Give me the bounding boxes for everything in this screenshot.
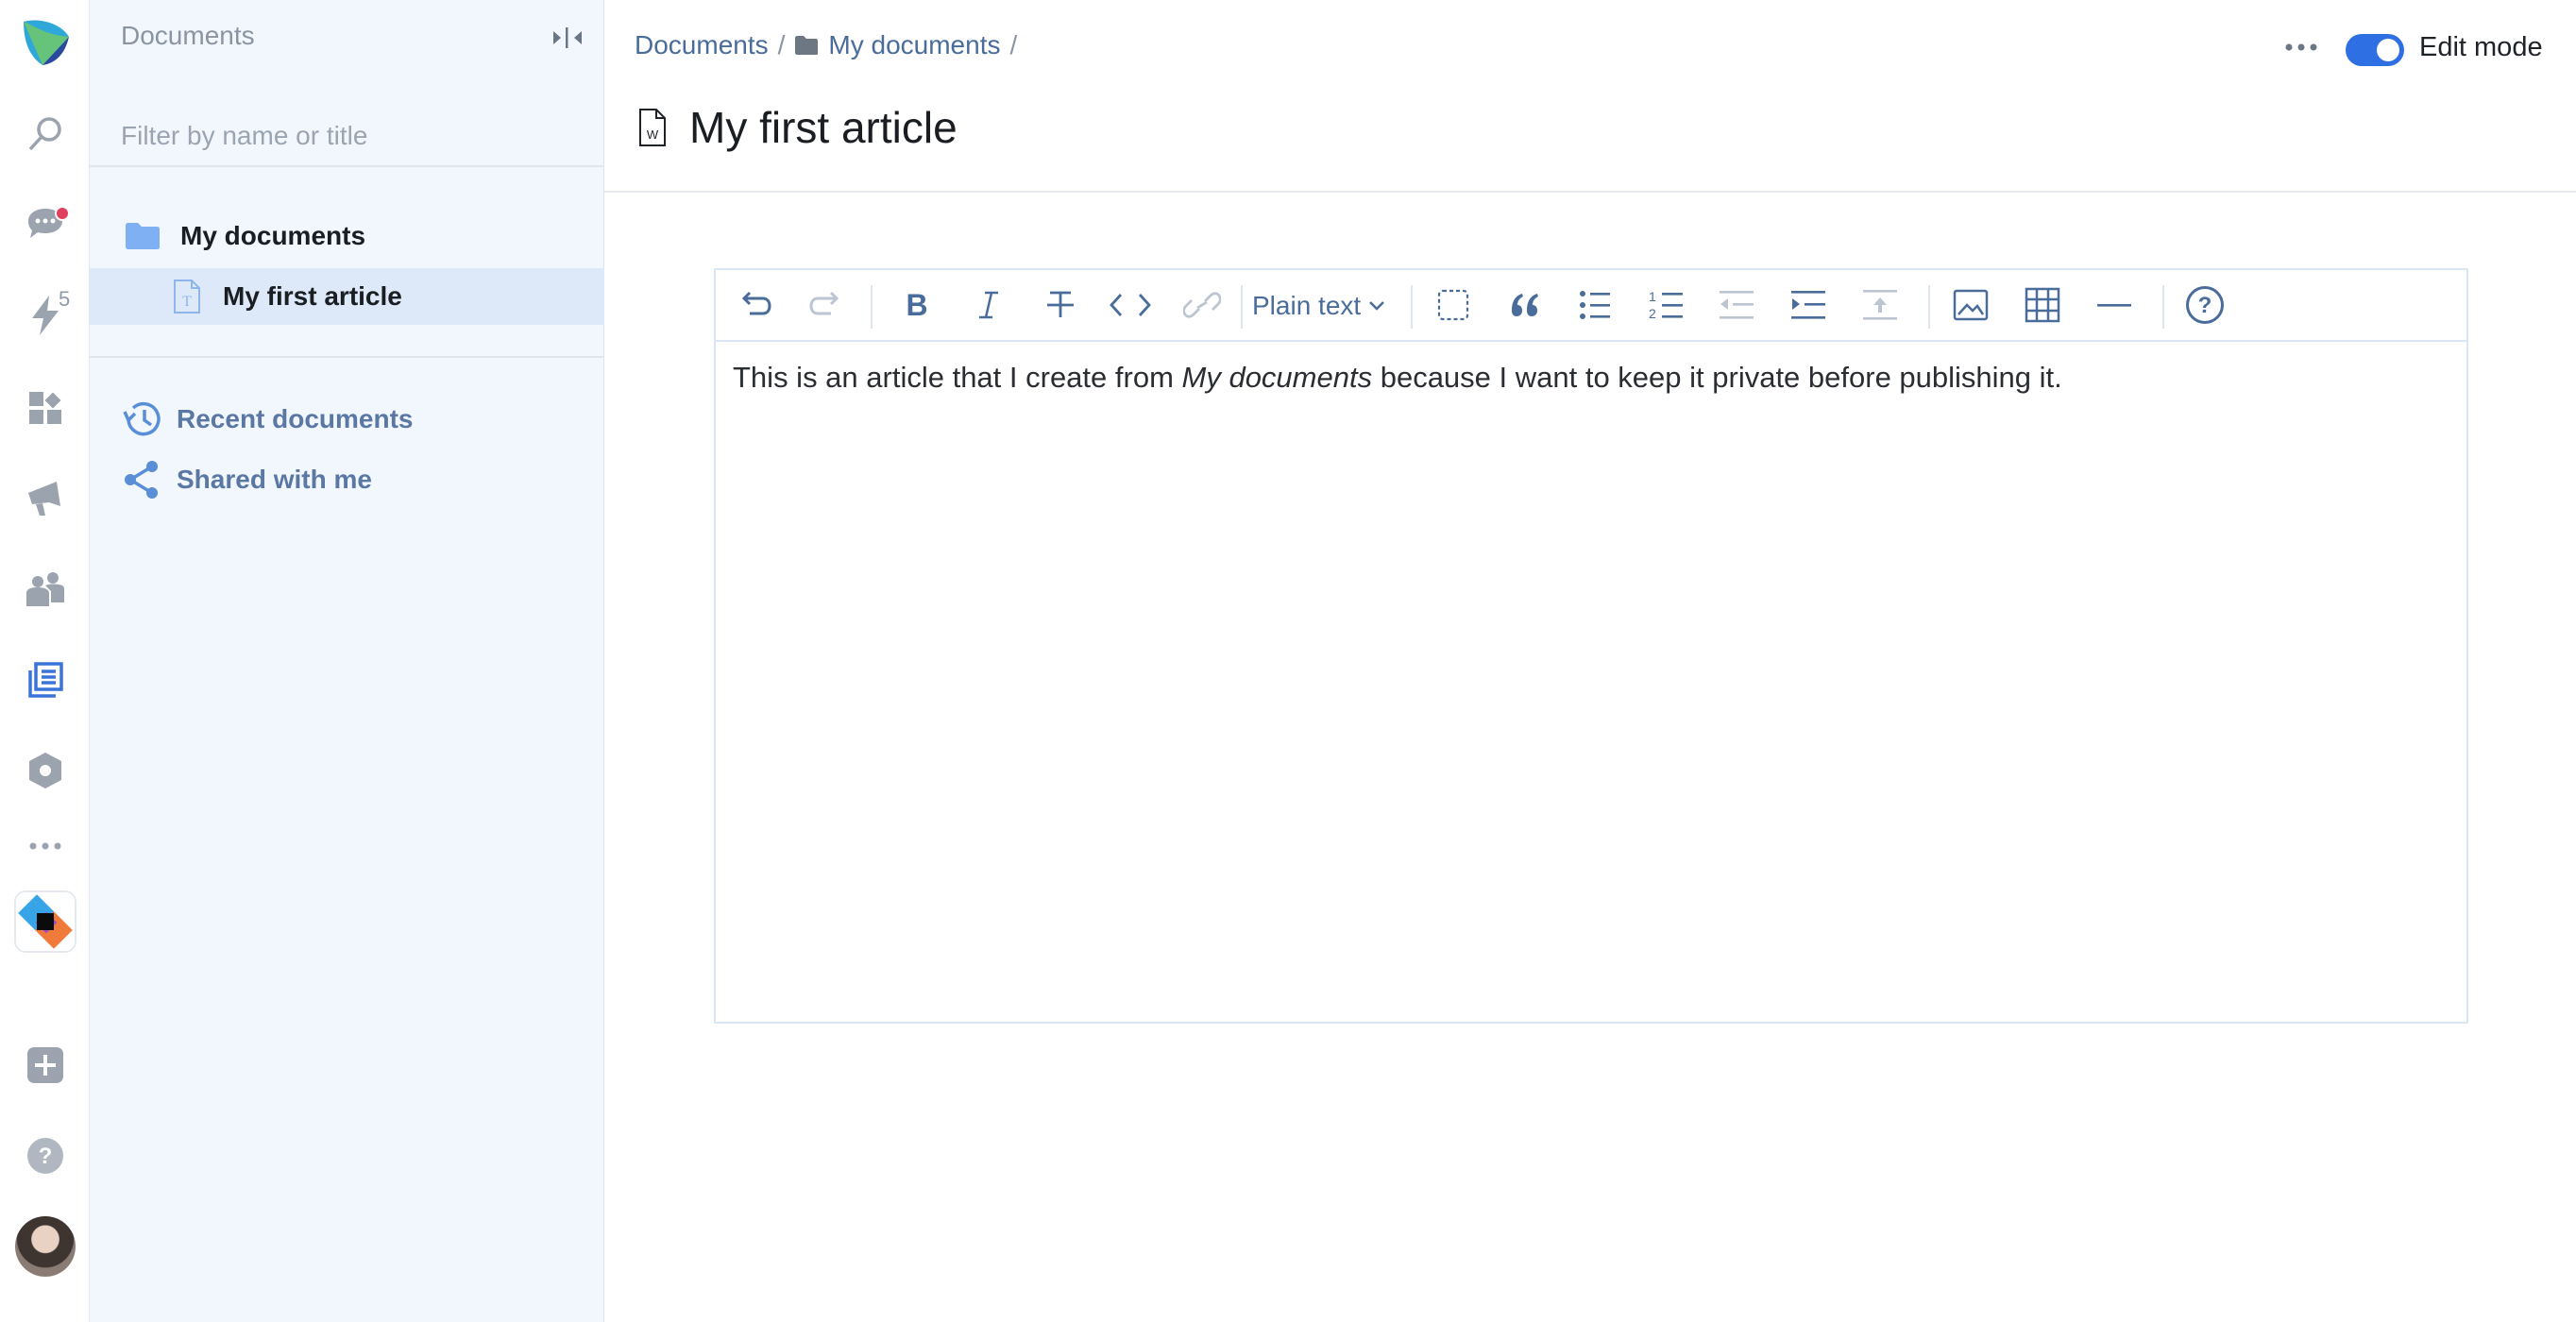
divider — [90, 356, 604, 358]
divider — [90, 165, 604, 167]
filter-input[interactable] — [121, 117, 565, 155]
horizontal-line-icon[interactable] — [2091, 283, 2138, 327]
app-icon[interactable] — [0, 884, 90, 959]
undo-icon[interactable] — [733, 283, 780, 327]
breadcrumb-my-documents[interactable]: My documents — [828, 30, 1000, 60]
chat-icon[interactable] — [0, 187, 90, 263]
toolbar-separator — [2162, 285, 2164, 329]
help-icon[interactable]: ? — [0, 1118, 90, 1194]
tree-item-my-documents[interactable]: My documents — [90, 208, 604, 264]
content-emphasis: My documents — [1181, 361, 1373, 394]
blockquote-icon[interactable] — [1501, 283, 1549, 327]
collapse-sidebar-icon[interactable] — [551, 23, 585, 53]
edit-mode-toggle[interactable] — [2346, 34, 2404, 66]
nav-recent-documents[interactable]: Recent documents — [90, 391, 604, 448]
avatar[interactable] — [0, 1209, 90, 1284]
svg-text:?: ? — [2198, 293, 2212, 318]
nav-shared-with-me[interactable]: Shared with me — [90, 451, 604, 508]
italic-icon[interactable] — [965, 283, 1012, 327]
indent-icon[interactable] — [1785, 283, 1832, 327]
content-text: This is an article that I create from — [733, 361, 1182, 394]
bulleted-list-icon[interactable] — [1571, 283, 1618, 327]
page-title: My first article — [689, 103, 958, 152]
svg-text:?: ? — [38, 1144, 52, 1169]
svg-text:2: 2 — [1649, 306, 1656, 321]
content-text: because I want to keep it private before… — [1372, 361, 2062, 394]
toolbar-separator — [1241, 285, 1243, 329]
text-style-select[interactable]: Plain text — [1252, 287, 1385, 325]
toggle-knob — [2377, 39, 2399, 61]
breadcrumb-separator: / — [777, 30, 786, 59]
announcements-icon[interactable] — [0, 461, 90, 536]
link-icon[interactable] — [1178, 283, 1226, 327]
divider — [604, 191, 2576, 193]
documents-sidebar: Documents My documents T My first articl… — [90, 0, 604, 1322]
bold-icon[interactable]: B — [893, 283, 941, 327]
svg-text:W: W — [647, 127, 659, 142]
more-icon[interactable] — [0, 808, 90, 884]
breadcrumb: Documents / My documents / — [635, 30, 1026, 60]
search-icon[interactable] — [0, 96, 90, 172]
share-icon — [123, 460, 164, 500]
rich-text-editor: B Plain text 1 2 ? This is an article th… — [714, 268, 2468, 1024]
app-rail: 5 ? — [0, 0, 90, 1322]
nav-label: Recent documents — [177, 404, 414, 433]
sidebar-title: Documents — [121, 21, 255, 50]
section-icon[interactable] — [1430, 283, 1477, 327]
nav-label: Shared with me — [177, 465, 372, 494]
table-icon[interactable] — [2019, 283, 2066, 327]
documents-icon[interactable] — [0, 642, 90, 718]
word-document-icon: W — [638, 108, 667, 147]
chevron-down-icon — [1369, 301, 1385, 311]
toolbar-separator — [1411, 285, 1413, 329]
code-icon[interactable] — [1107, 283, 1154, 327]
toolbar-separator — [871, 285, 873, 329]
widgets-icon[interactable] — [0, 370, 90, 446]
folder-icon — [125, 222, 162, 250]
svg-text:1: 1 — [1649, 289, 1656, 304]
numbered-list-icon[interactable]: 1 2 — [1643, 283, 1690, 327]
activity-count: 5 — [59, 287, 71, 311]
editor-content[interactable]: This is an article that I create from My… — [733, 361, 2062, 395]
strikethrough-icon[interactable] — [1037, 283, 1084, 327]
breadcrumb-separator: / — [1009, 30, 1018, 59]
edit-mode-label: Edit mode — [2419, 32, 2543, 62]
image-icon[interactable] — [1947, 283, 1994, 327]
main-area: Documents / My documents / Edit mode W M… — [604, 0, 2576, 1322]
activity-icon[interactable]: 5 — [0, 278, 90, 353]
insert-above-icon[interactable] — [1856, 283, 1904, 327]
tree-item-label: My first article — [223, 281, 402, 311]
tree-item-my-first-article[interactable]: T My first article — [90, 268, 604, 325]
people-icon[interactable] — [0, 551, 90, 627]
breadcrumb-documents[interactable]: Documents — [635, 30, 769, 60]
editor-toolbar: B Plain text 1 2 ? — [716, 270, 2466, 342]
logo-icon[interactable] — [0, 6, 90, 81]
redo-icon[interactable] — [801, 283, 848, 327]
settings-icon[interactable] — [0, 733, 90, 808]
folder-icon — [794, 35, 819, 56]
notification-dot — [55, 206, 70, 221]
history-icon — [121, 398, 164, 440]
toolbar-separator — [1928, 285, 1930, 329]
outdent-icon[interactable] — [1713, 283, 1760, 327]
title-row: W My first article — [638, 102, 958, 153]
help-icon[interactable]: ? — [2181, 283, 2229, 327]
tree-item-label: My documents — [180, 221, 366, 250]
add-icon[interactable] — [0, 1027, 90, 1103]
more-options-icon[interactable] — [2278, 28, 2325, 66]
text-document-icon: T — [173, 279, 201, 314]
svg-text:T: T — [182, 294, 192, 310]
text-style-value: Plain text — [1252, 291, 1362, 320]
svg-text:B: B — [906, 289, 927, 321]
